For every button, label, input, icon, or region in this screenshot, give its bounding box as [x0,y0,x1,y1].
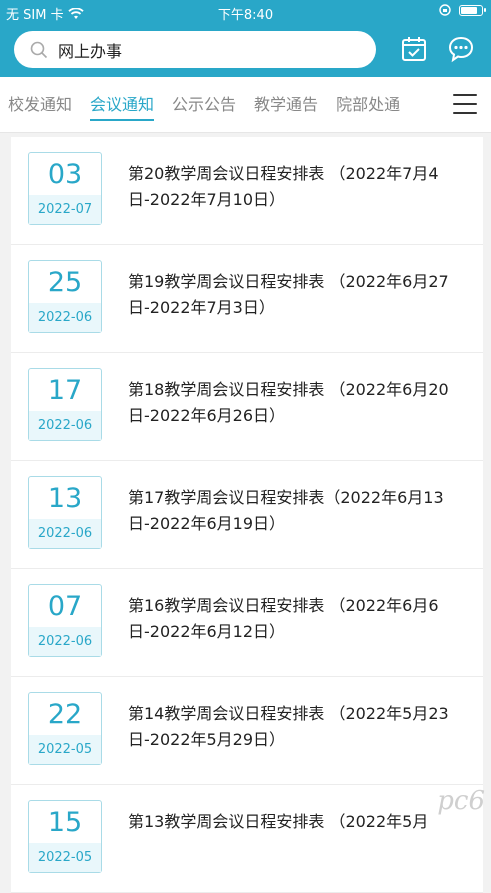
tab-3[interactable]: 教学通告 [254,77,318,133]
item-title: 第17教学周会议日程安排表（2022年6月13日-2022年6月19日） [128,488,444,533]
tab-row: 校发通知 会议通知 公示公告 教学通告 院部处通 [8,77,413,133]
date-month: 2022-06 [29,303,101,332]
list-item[interactable]: 17 2022-06 第18教学周会议日程安排表 （2022年6月20日-2022年… [11,353,483,461]
search-icon [30,41,48,58]
date-badge: 13 2022-06 [28,476,102,549]
header: 网上办事 [0,24,491,77]
date-badge: 17 2022-06 [28,368,102,441]
item-title: 第20教学周会议日程安排表 （2022年7月4日-2022年7月10日） [128,164,439,209]
date-month: 2022-05 [29,843,101,872]
date-badge: 25 2022-06 [28,260,102,333]
item-title: 第14教学周会议日程安排表 （2022年5月23日-2022年5月29日） [128,704,449,749]
list-item[interactable]: 03 2022-07 第20教学周会议日程安排表 （2022年7月4日-2022年7… [11,137,483,245]
list-item[interactable]: 07 2022-06 第16教学周会议日程安排表 （2022年6月6日-2022年6… [11,569,483,677]
list-item[interactable]: 13 2022-06 第17教学周会议日程安排表（2022年6月13日-2022年6… [11,461,483,569]
list-item[interactable]: 25 2022-06 第19教学周会议日程安排表 （2022年6月27日-2022年… [11,245,483,353]
calendar-icon[interactable] [400,35,428,63]
item-title: 第16教学周会议日程安排表 （2022年6月6日-2022年6月12日） [128,596,439,641]
date-day: 25 [47,267,83,298]
orientation-lock-icon [439,4,451,16]
item-title: 第19教学周会议日程安排表 （2022年6月27日-2022年7月3日） [128,272,449,317]
tab-2[interactable]: 公示公告 [172,77,236,133]
search-input[interactable]: 网上办事 [14,31,376,68]
list-item[interactable]: 15 2022-05 第13教学周会议日程安排表 （2022年5月 [11,785,483,893]
date-day: 22 [47,699,83,730]
date-badge: 07 2022-06 [28,584,102,657]
date-badge: 15 2022-05 [28,800,102,873]
search-text: 网上办事 [58,41,123,61]
tab-1[interactable]: 会议通知 [90,77,155,133]
tab-0[interactable]: 校发通知 [8,77,72,133]
date-badge: 03 2022-07 [28,152,102,225]
list-item[interactable]: 22 2022-05 第14教学周会议日程安排表 （2022年5月23日-2022年… [11,677,483,785]
watermark-logo: pc6 [437,786,485,816]
menu-icon[interactable] [453,94,477,116]
notice-list: 03 2022-07 第20教学周会议日程安排表 （2022年7月4日-2022年7… [11,137,483,893]
tab-4[interactable]: 院部处通 [336,77,400,133]
date-day: 13 [47,483,83,514]
date-badge: 22 2022-05 [28,692,102,765]
date-month: 2022-06 [29,519,101,548]
item-title: 第18教学周会议日程安排表 （2022年6月20日-2022年6月26日） [128,380,449,425]
date-day: 07 [47,591,83,622]
date-month: 2022-06 [29,411,101,440]
date-day: 17 [47,375,83,406]
date-day: 15 [47,807,83,838]
date-month: 2022-06 [29,627,101,656]
date-month: 2022-05 [29,735,101,764]
chat-icon[interactable] [447,35,475,63]
date-month: 2022-07 [29,195,101,224]
battery-icon [459,4,486,16]
category-tabs: 校发通知 会议通知 公示公告 教学通告 院部处通 [0,77,491,133]
status-bar: 无 SIM 卡 下午8:40 [0,0,491,24]
status-time: 下午8:40 [217,8,274,23]
date-day: 03 [47,159,83,190]
item-title: 第13教学周会议日程安排表 （2022年5月 [128,812,429,831]
